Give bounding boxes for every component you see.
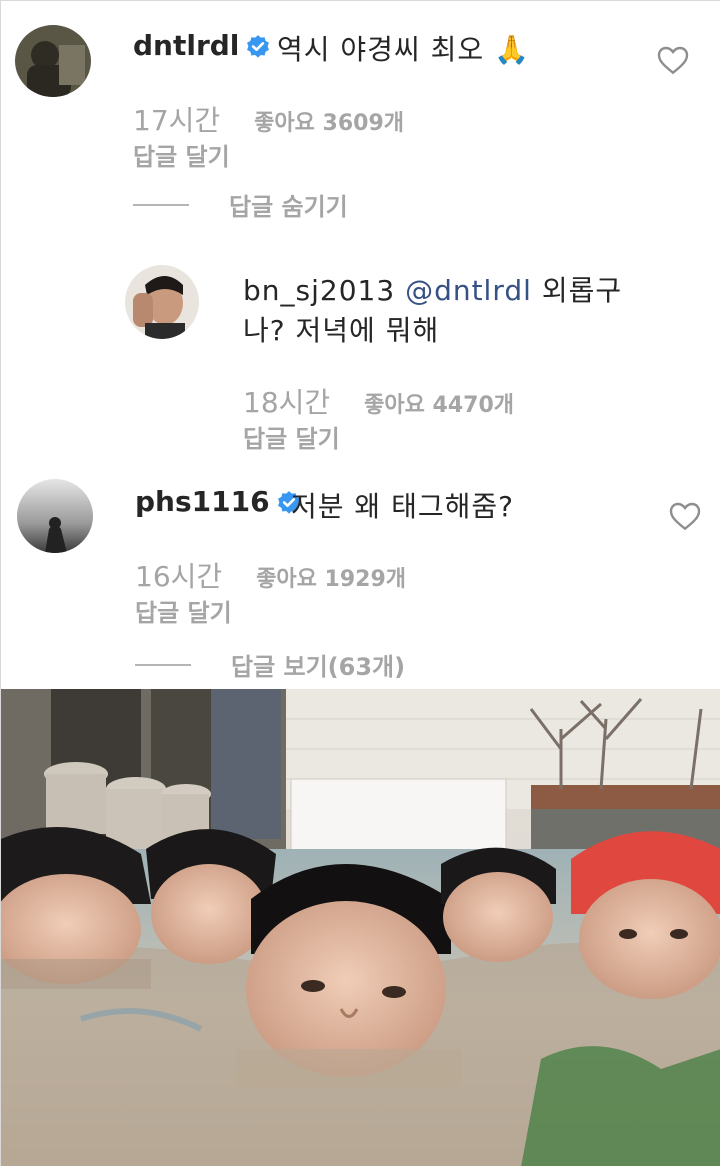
avatar[interactable] — [17, 479, 93, 553]
view-replies-label[interactable]: 답글 보기(63개) — [231, 647, 405, 682]
comment-meta: 17시간 좋아요 3609개 — [133, 99, 404, 139]
reply-time: 18시간 — [243, 386, 331, 419]
reply-meta: 18시간 좋아요 4470개 — [243, 381, 514, 421]
pool-selfie-photo — [1, 689, 720, 1166]
reply-button[interactable]: 답글 달기 — [135, 593, 232, 628]
comment-list: dntlrdl 역시 야경씨 최오 🙏 17시간 좋아요 3609개 답글 달기 … — [1, 1, 720, 689]
reply-body-line1: 외롭구 — [541, 274, 623, 307]
thread-divider — [133, 203, 189, 206]
folded-hands-emoji: 🙏 — [494, 33, 530, 66]
screenshot-frame: dntlrdl 역시 야경씨 최오 🙏 17시간 좋아요 3609개 답글 달기 … — [0, 0, 720, 1166]
photo-illustration — [1, 689, 720, 1166]
reply-like-count[interactable]: 좋아요 4470개 — [364, 393, 514, 418]
view-replies-button[interactable]: 답글 보기(63개) — [135, 647, 405, 682]
reply-text: bn_sj2013 @dntlrdl 외롭구 — [243, 269, 622, 309]
like-count[interactable]: 좋아요 1929개 — [256, 567, 406, 592]
hide-replies-label[interactable]: 답글 숨기기 — [229, 187, 348, 222]
username-text[interactable]: phs1116 — [135, 485, 270, 518]
avatar[interactable] — [15, 25, 91, 97]
reply-button[interactable]: 답글 달기 — [243, 419, 340, 454]
comment-body: 역시 야경씨 최오 — [277, 33, 485, 66]
reply-text-continued: 나? 저녁에 뭐해 — [243, 314, 440, 347]
like-count[interactable]: 좋아요 3609개 — [254, 111, 404, 136]
avatar[interactable] — [125, 265, 199, 339]
mention-link[interactable]: @dntlrdl — [405, 274, 532, 307]
comment-text: 저분 왜 태그해줌? — [291, 490, 514, 523]
heart-icon[interactable] — [669, 501, 701, 531]
comment-text: 역시 야경씨 최오 🙏 — [277, 28, 530, 68]
username-text[interactable]: dntlrdl — [133, 29, 239, 62]
reply-username[interactable]: bn_sj2013 — [243, 274, 395, 307]
verified-badge-icon — [247, 35, 270, 58]
hide-replies-button[interactable]: 답글 숨기기 — [133, 187, 348, 222]
comment-meta: 16시간 좋아요 1929개 — [135, 555, 406, 595]
reply-button[interactable]: 답글 달기 — [133, 137, 230, 172]
comment-username[interactable]: dntlrdl — [133, 29, 271, 62]
thread-divider — [135, 663, 191, 666]
heart-icon[interactable] — [657, 45, 689, 75]
comment-time: 17시간 — [133, 104, 221, 137]
comment-username[interactable]: phs1116 — [135, 485, 302, 518]
comment-time: 16시간 — [135, 560, 223, 593]
